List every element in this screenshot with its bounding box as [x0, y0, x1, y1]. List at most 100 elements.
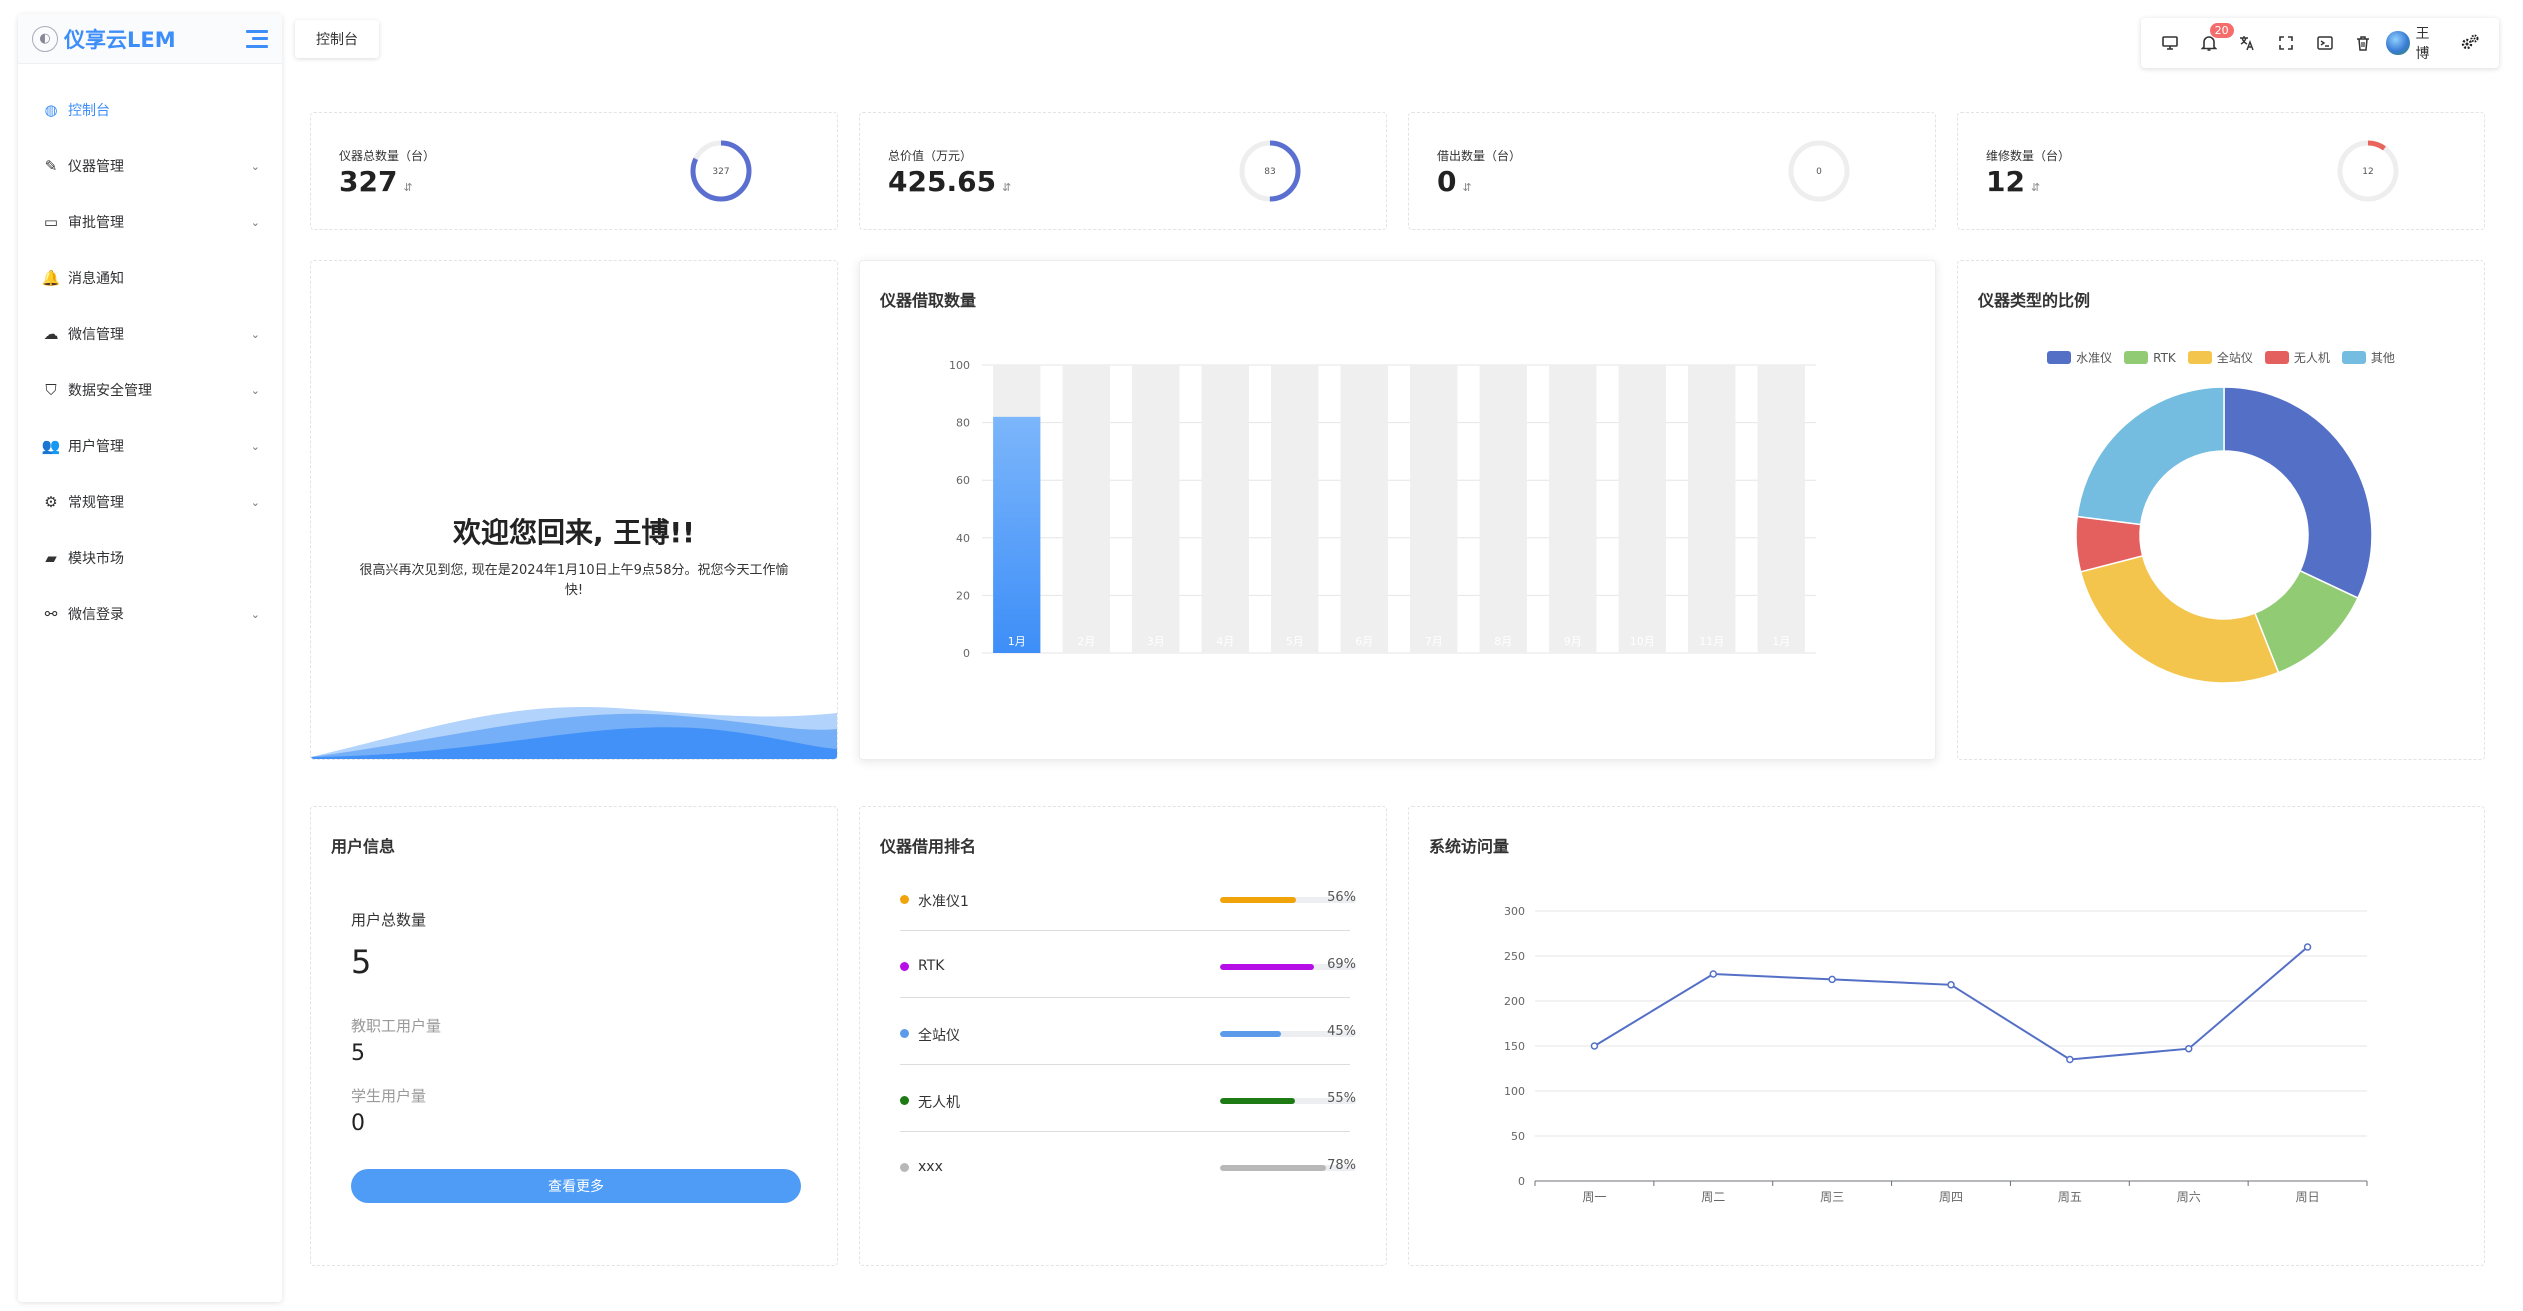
sidebar-item-1[interactable]: ✎ 仪器管理 ⌄ — [18, 138, 282, 194]
rank-progress-fill — [1220, 1098, 1295, 1104]
x-tick-label: 3月 — [1147, 635, 1165, 648]
rank-percent: 78% — [1327, 1158, 1356, 1173]
rank-name: 全站仪 — [918, 1028, 960, 1044]
view-more-button[interactable]: 查看更多 — [351, 1169, 801, 1203]
y-tick-label: 300 — [1504, 905, 1525, 918]
sidebar-item-8[interactable]: ▰ 模块市场 — [18, 530, 282, 586]
type-ratio-donut-chart — [2075, 386, 2373, 684]
wand-icon: ✎ — [44, 157, 58, 175]
sidebar-item-label: 消息通知 — [68, 271, 124, 287]
ring-label: 0 — [1816, 167, 1822, 177]
x-tick-label: 1月 — [1772, 635, 1790, 648]
ranking-row: 无人机 55% — [900, 1066, 1356, 1132]
sidebar-item-4[interactable]: ☁ 微信管理 ⌄ — [18, 306, 282, 362]
stat-card-lent: 借出数量（台） 0 ⇵ 0 — [1408, 112, 1936, 230]
user-menu[interactable]: 王博 — [2386, 23, 2442, 63]
stat-label: 总价值（万元） — [888, 149, 973, 163]
x-tick-label: 1月 — [1008, 635, 1026, 648]
logo-bar: ◐ 仪享云LEM — [18, 14, 282, 64]
rank-name: 水准仪1 — [918, 894, 969, 910]
sidebar-item-9[interactable]: ⚯ 微信登录 ⌄ — [18, 586, 282, 642]
rank-dot — [900, 1029, 909, 1038]
tab-dashboard[interactable]: 控制台 — [295, 20, 379, 58]
y-tick-label: 250 — [1504, 950, 1525, 963]
x-tick-label: 7月 — [1425, 635, 1443, 648]
settings-gears-icon[interactable] — [2450, 23, 2489, 63]
sidebar-item-label: 审批管理 — [68, 215, 124, 231]
bar-background — [1549, 365, 1597, 653]
rank-progress-fill — [1220, 897, 1297, 903]
y-tick-label: 150 — [1504, 1040, 1525, 1053]
sidebar-item-6[interactable]: 👥 用户管理 ⌄ — [18, 418, 282, 474]
collapse-menu-icon[interactable] — [246, 29, 268, 48]
data-point — [2066, 1055, 2074, 1064]
staff-users-value: 5 — [351, 1041, 365, 1066]
visits-line-chart: 0 50 100 150 200 250 300 周一 周二 周三 周四 周五 周六 周日 — [1504, 905, 2368, 1204]
fullscreen-icon[interactable] — [2267, 23, 2306, 63]
chevron-down-icon: ⌄ — [250, 327, 260, 341]
borrow-chart-card: 仪器借取数量 0 20 40 60 80 100 1月 2月 3月 4月 5月 6月 7月 8月 9月 10月… — [859, 260, 1936, 760]
monitor-icon[interactable] — [2151, 23, 2190, 63]
gears-icon: ⚙ — [44, 493, 58, 511]
stat-value: 0 ⇵ — [1437, 165, 1472, 198]
sidebar-item-0[interactable]: ◍ 控制台 — [18, 82, 282, 138]
welcome-title: 欢迎您回来, 王博!! — [453, 516, 695, 549]
sidebar-item-3[interactable]: 🔔 消息通知 — [18, 250, 282, 306]
ranking-row: 全站仪 45% — [900, 999, 1356, 1065]
total-users-value: 5 — [351, 943, 372, 981]
bar-background — [1618, 365, 1666, 653]
stat-card-repair: 维修数量（台） 12 ⇵ 12 — [1957, 112, 2485, 230]
avatar — [2386, 31, 2410, 55]
sidebar-item-label: 常规管理 — [68, 495, 124, 511]
x-tick-label: 5月 — [1286, 635, 1304, 648]
bar-background — [1201, 365, 1249, 653]
sidebar-item-7[interactable]: ⚙ 常规管理 ⌄ — [18, 474, 282, 530]
x-tick-label: 11月 — [1699, 635, 1724, 648]
staff-users-label: 教职工用户量 — [351, 1017, 442, 1035]
shopping-bag-icon: ▰ — [45, 549, 57, 567]
sidebar-item-label: 仪器管理 — [68, 159, 124, 175]
wechat-icon: ☁ — [43, 325, 59, 343]
data-point — [1828, 975, 1836, 984]
y-tick-label: 0 — [1518, 1175, 1525, 1188]
pie-slice — [2079, 554, 2280, 684]
rank-progress-fill — [1220, 1031, 1282, 1037]
sidebar-item-label: 微信管理 — [68, 327, 124, 343]
stat-ring: 0 — [1788, 140, 1850, 202]
chevron-down-icon: ⌄ — [250, 159, 260, 173]
rank-percent: 45% — [1327, 1024, 1356, 1039]
visits-chart-card: 系统访问量 0 50 100 150 200 250 300 周一 周二 周三 周四 周五 周六 周日 — [1408, 806, 2485, 1266]
data-point — [1590, 1042, 1599, 1050]
sidebar-item-5[interactable]: ⛉ 数据安全管理 ⌄ — [18, 362, 282, 418]
sidebar-item-2[interactable]: ▭ 审批管理 ⌄ — [18, 194, 282, 250]
stat-ring: 83 — [1239, 140, 1301, 202]
handshake-icon: ⚯ — [44, 605, 58, 623]
bar-background — [1132, 365, 1180, 653]
stat-label: 仪器总数量（台） — [339, 149, 436, 163]
chevron-down-icon: ⌄ — [250, 383, 260, 397]
rank-progress-fill — [1220, 1165, 1327, 1171]
trash-icon[interactable] — [2344, 23, 2383, 63]
x-tick-label: 周五 — [2058, 1190, 2082, 1204]
total-users-label: 用户总数量 — [351, 911, 427, 929]
terminal-icon[interactable] — [2305, 23, 2344, 63]
x-tick-label: 周四 — [1939, 1190, 1963, 1204]
bell-icon[interactable]: 20 — [2190, 23, 2234, 63]
top-toolbar: 20 王博 — [2141, 18, 2499, 68]
translate-icon[interactable] — [2228, 23, 2267, 63]
bar-background — [1479, 365, 1527, 653]
x-tick-label: 4月 — [1216, 635, 1234, 648]
card-title: 用户信息 — [331, 837, 396, 856]
stat-ring: 12 — [2337, 140, 2399, 202]
rank-percent: 56% — [1327, 890, 1356, 905]
sidebar-item-label: 数据安全管理 — [68, 383, 152, 399]
x-tick-label: 2月 — [1077, 635, 1095, 648]
y-tick-label: 0 — [963, 647, 970, 660]
user-info-card: 用户信息 用户总数量 5 教职工用户量 5 学生用户量 0 查看更多 — [310, 806, 838, 1266]
sidebar-item-label: 用户管理 — [68, 439, 124, 455]
borrow-ranking-card: 仪器借用排名 水准仪1 56% RTK 69% 全站仪 45% 无人机 55% xxx 78% — [859, 806, 1387, 1266]
chevron-down-icon: ⌄ — [250, 439, 260, 453]
wave-decoration — [311, 707, 837, 759]
card-title: 仪器借用排名 — [880, 837, 977, 856]
bar-background — [1757, 365, 1805, 653]
